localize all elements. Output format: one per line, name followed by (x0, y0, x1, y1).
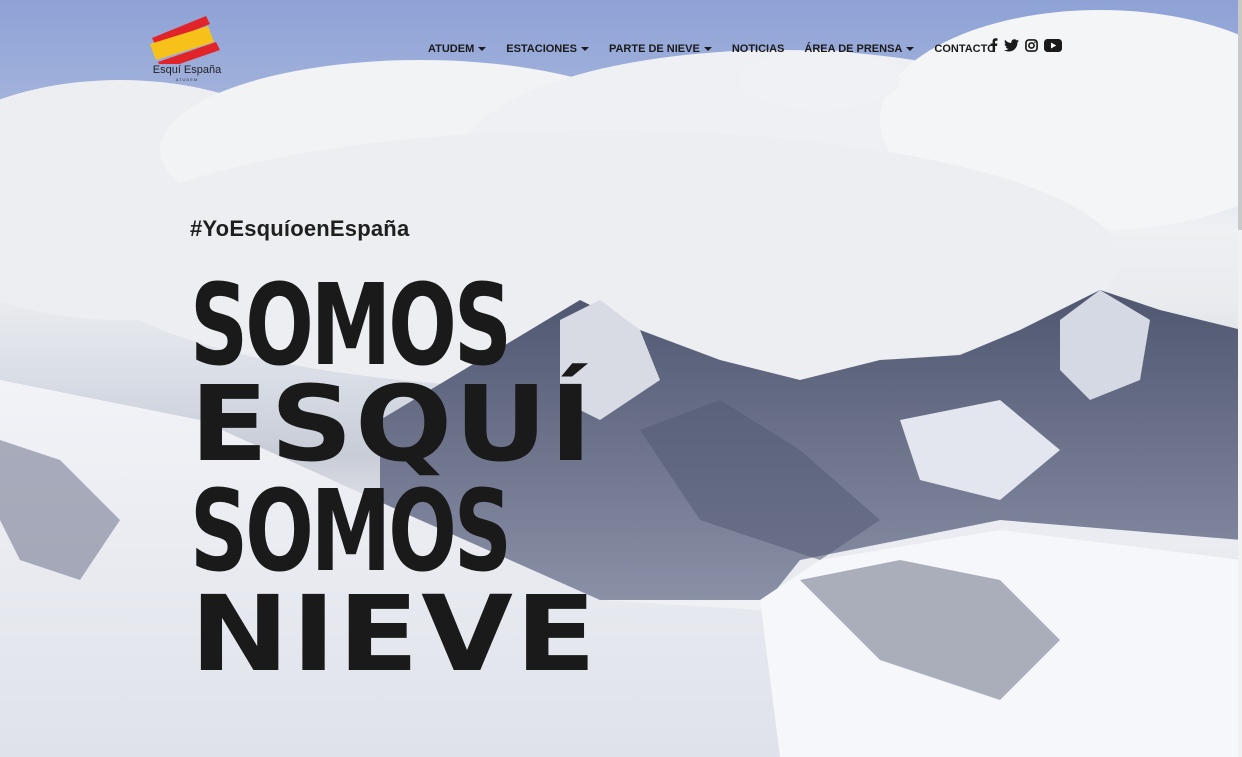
hero-title-line-3: SOMOS (190, 467, 512, 597)
nav-item-contacto[interactable]: CONTACTO (934, 43, 995, 55)
caret-down-icon (703, 47, 712, 51)
nav-item-estaciones[interactable]: ESTACIONES (506, 43, 589, 55)
twitter-icon[interactable] (1004, 38, 1019, 52)
brand-name: Esquí España (152, 64, 222, 76)
social-links (990, 38, 1062, 52)
caret-down-icon (478, 47, 487, 51)
nav-item-label: CONTACTO (934, 43, 996, 55)
instagram-icon[interactable] (1025, 38, 1038, 52)
hero-section: Esquí España ATUDEM ATUDEM ESTACIONES PA… (0, 0, 1242, 757)
hero-title-line-4: NIEVE (190, 573, 599, 695)
nav-item-label: ÁREA DE PRENSA (804, 43, 903, 55)
nav-item-atudem[interactable]: ATUDEM (428, 43, 487, 55)
nav-item-label: ESTACIONES (506, 43, 577, 55)
nav-item-label: ATUDEM (428, 43, 475, 55)
hero-hashtag: #YoEsquíoenEspaña (190, 216, 410, 241)
caret-down-icon (906, 47, 915, 51)
hero-background-image (0, 0, 1242, 757)
scrollbar-thumb[interactable] (1238, 0, 1242, 230)
youtube-icon[interactable] (1044, 38, 1062, 52)
page-scrollbar[interactable] (1238, 0, 1242, 757)
flag-logo-icon (150, 16, 220, 64)
brand-logo[interactable]: Esquí España ATUDEM (148, 14, 226, 84)
nav-item-label: NOTICIAS (731, 43, 785, 55)
nav-item-parte-de-nieve[interactable]: PARTE DE NIEVE (609, 43, 712, 55)
caret-down-icon (580, 47, 589, 51)
main-navigation: ATUDEM ESTACIONES PARTE DE NIEVE NOTICIA… (428, 40, 1016, 58)
hero-title-line-2: ESQUÍ (190, 363, 595, 485)
nav-item-area-de-prensa[interactable]: ÁREA DE PRENSA (804, 43, 915, 55)
nav-item-noticias[interactable]: NOTICIAS (732, 43, 785, 55)
brand-tagline: ATUDEM (175, 77, 199, 82)
facebook-icon[interactable] (990, 38, 998, 52)
nav-item-label: PARTE DE NIEVE (608, 43, 700, 55)
